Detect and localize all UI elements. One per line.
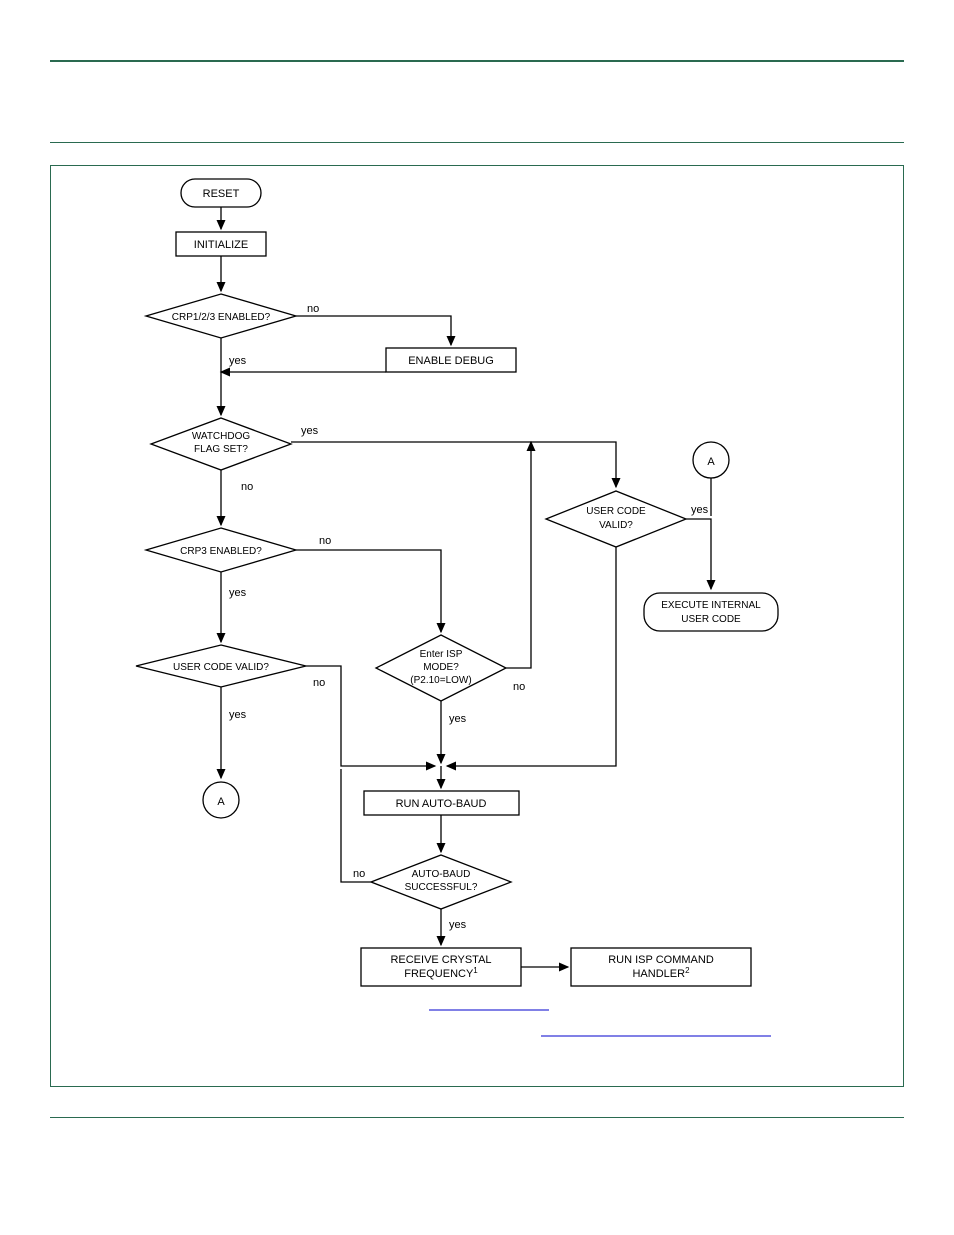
- exec-l2: USER CODE: [681, 614, 741, 625]
- autobaud-yes-label: yes: [449, 919, 467, 931]
- user-code-l2: VALID?: [599, 520, 633, 531]
- watchdog-l2: FLAG SET?: [194, 444, 248, 455]
- header-rule-2: [50, 142, 904, 143]
- isp-no-label: no: [513, 681, 525, 693]
- enable-debug-label: ENABLE DEBUG: [408, 355, 494, 367]
- isp-l2: MODE?: [423, 662, 459, 673]
- isp-yes-label: yes: [449, 713, 467, 725]
- reset-label: RESET: [203, 188, 240, 200]
- footer-rule: [50, 1117, 904, 1118]
- recv-l2: FREQUENCY1: [404, 966, 478, 980]
- watchdog-l1: WATCHDOG: [192, 431, 251, 442]
- recv-l1: RECEIVE CRYSTAL: [390, 954, 491, 966]
- exec-l1: EXECUTE INTERNAL: [661, 600, 761, 611]
- crp123-yes-label: yes: [229, 355, 247, 367]
- connector-a-left-label: A: [217, 796, 225, 808]
- header-rule-1: [50, 60, 904, 62]
- ucv-left-no-label: no: [313, 677, 325, 689]
- isp-l1: Enter ISP: [420, 649, 463, 660]
- run-isp-l2: HANDLER2: [632, 966, 690, 980]
- watchdog-no-label: no: [241, 481, 253, 493]
- crp3-yes-label: yes: [229, 587, 247, 599]
- crp123-no-label: no: [307, 303, 319, 315]
- autobaud-l2: SUCCESSFUL?: [405, 882, 478, 893]
- crp123-label: CRP1/2/3 ENABLED?: [172, 312, 271, 323]
- run-autobaud-label: RUN AUTO-BAUD: [396, 798, 487, 810]
- autobaud-no-label: no: [353, 868, 365, 880]
- flowchart-svg: RESET INITIALIZE CRP1/2/3 ENABLED? no EN…: [51, 166, 904, 1086]
- ucv-left-yes-label: yes: [229, 709, 247, 721]
- user-code-valid-right-decision: [546, 491, 686, 547]
- ucv-right-yes-label: yes: [691, 504, 709, 516]
- execute-internal-node: [644, 593, 778, 631]
- figure-frame: RESET INITIALIZE CRP1/2/3 ENABLED? no EN…: [50, 165, 904, 1087]
- isp-l3: (P2.10=LOW): [410, 675, 471, 686]
- crp3-label: CRP3 ENABLED?: [180, 546, 262, 557]
- watchdog-yes-label: yes: [301, 425, 319, 437]
- initialize-label: INITIALIZE: [194, 239, 248, 251]
- user-code-l1: USER CODE: [586, 506, 646, 517]
- user-code-valid-left-label: USER CODE VALID?: [173, 662, 269, 673]
- run-isp-l1: RUN ISP COMMAND: [608, 954, 714, 966]
- crp3-no-label: no: [319, 535, 331, 547]
- autobaud-l1: AUTO-BAUD: [412, 869, 471, 880]
- connector-a-right-label: A: [707, 456, 715, 468]
